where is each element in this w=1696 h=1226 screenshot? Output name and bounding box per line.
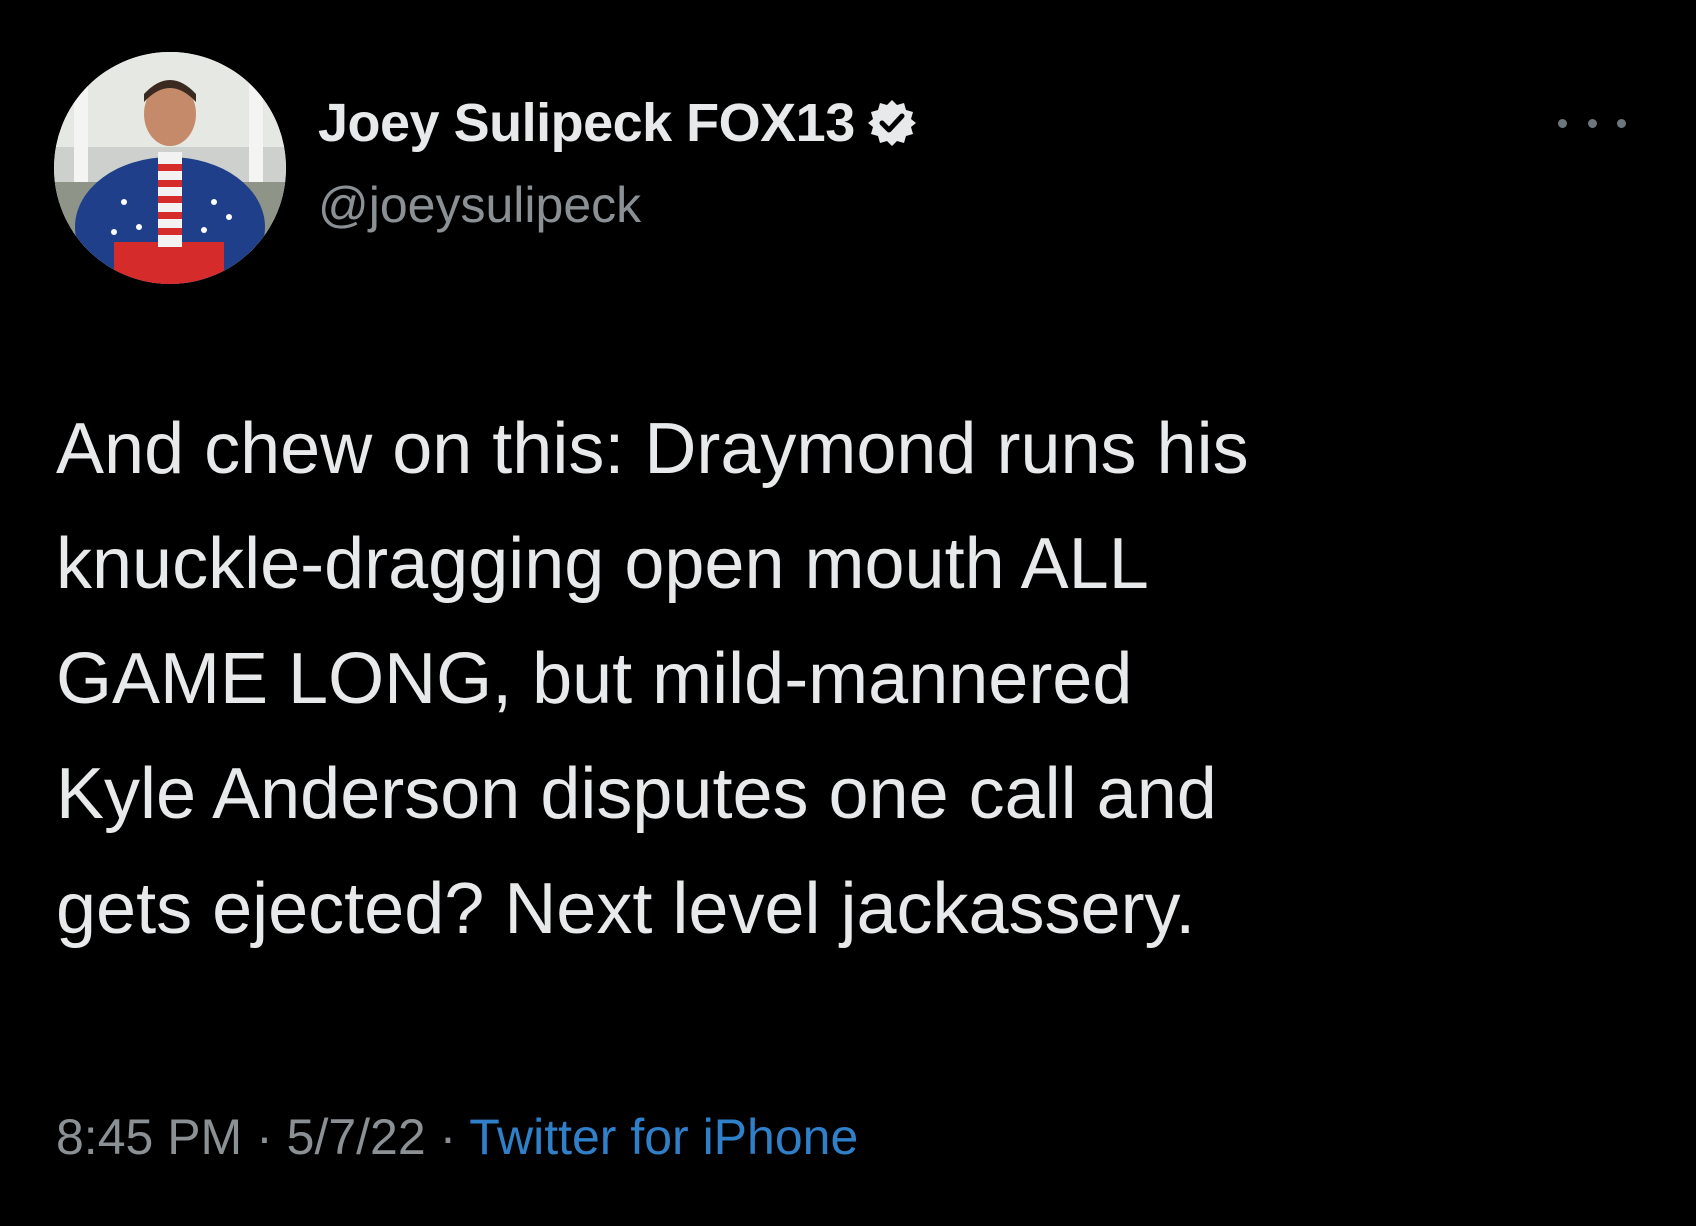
author-name-row: Joey Sulipeck FOX13 [318,88,917,158]
tweet-time[interactable]: 8:45 PM [56,1109,242,1165]
tweet-text: And chew on this: Draymond runs his knuc… [56,392,1656,967]
verified-badge-icon [867,98,917,148]
tweet-meta: 8:45 PM · 5/7/22 · Twitter for iPhone [56,1108,858,1166]
tweet-text-line: GAME LONG, but mild-mannered [56,639,1133,719]
tweet-source-link[interactable]: Twitter for iPhone [469,1109,858,1165]
more-dot [1587,118,1597,128]
tweet-date[interactable]: 5/7/22 [287,1109,426,1165]
tweet-text-line: Kyle Anderson disputes one call and [56,754,1217,834]
meta-separator: · [242,1109,287,1165]
more-horizontal-icon[interactable] [1558,108,1626,138]
more-dot [1617,118,1626,128]
tweet-text-line: knuckle-dragging open mouth ALL [56,524,1149,604]
avatar-photo [54,52,286,284]
tweet-text-line: gets ejected? Next level jackassery. [56,869,1196,949]
author-display-name[interactable]: Joey Sulipeck FOX13 [318,92,855,154]
meta-separator: · [425,1109,470,1165]
author-handle[interactable]: @joeysulipeck [318,176,641,234]
more-dot [1558,118,1567,128]
tweet: Joey Sulipeck FOX13 @joeysulipeck And ch… [0,0,1696,1226]
avatar[interactable] [54,52,286,284]
tweet-text-line: And chew on this: Draymond runs his [56,409,1249,489]
